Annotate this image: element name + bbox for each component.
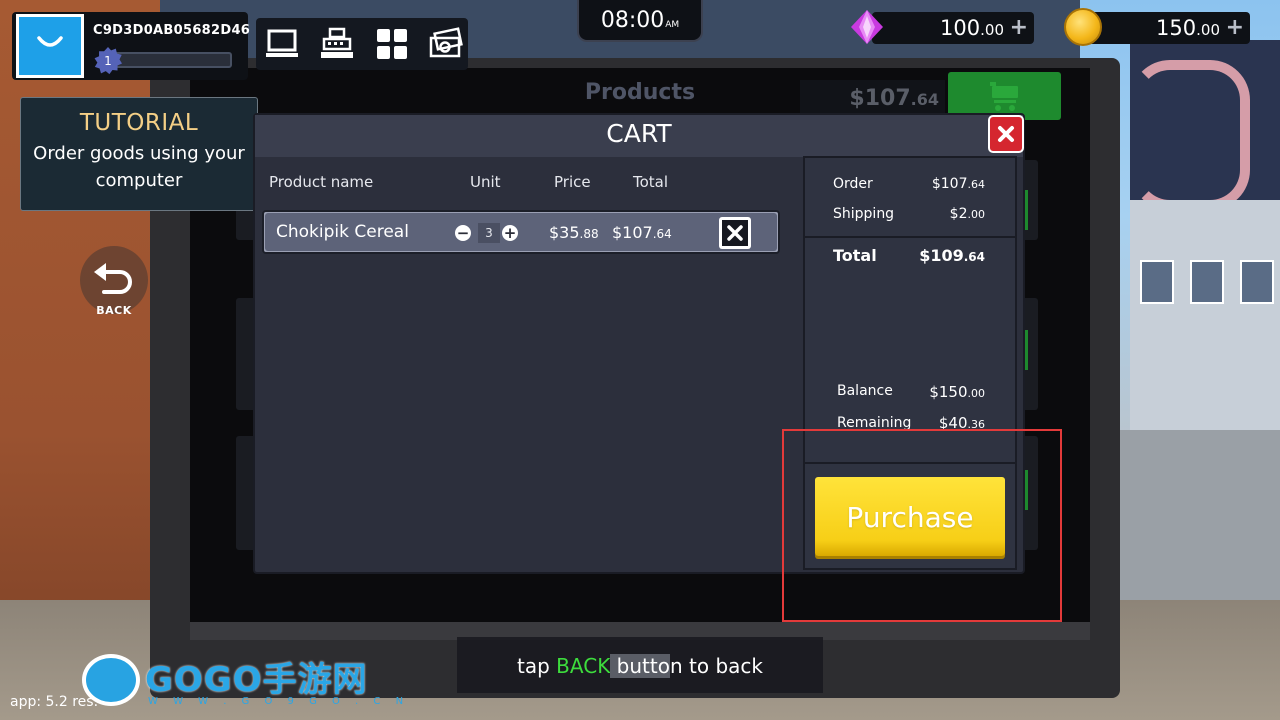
cash-register-icon: [321, 27, 353, 58]
player-avatar[interactable]: [16, 14, 84, 78]
close-icon: [998, 126, 1014, 142]
gem-icon: [851, 10, 883, 44]
player-id: C9D3D0AB05682D46: [93, 23, 251, 38]
column-unit: Unit: [470, 173, 501, 191]
xp-bar: [106, 52, 232, 68]
tutorial-title: TUTORIAL: [79, 110, 199, 136]
building-window: [1140, 260, 1174, 304]
hint-bar: tap BACK button to back: [457, 637, 823, 693]
add-coins-button[interactable]: +: [1226, 12, 1244, 44]
cart-item-price: $35.88: [549, 223, 599, 242]
balance-label: Balance: [837, 383, 893, 399]
balance-value: $150.00: [929, 383, 985, 401]
game-clock: 08:00AM: [577, 0, 703, 42]
summary-divider: [805, 236, 1015, 238]
building: [1130, 200, 1280, 430]
building-window: [1190, 260, 1224, 304]
remove-item-box: [722, 220, 748, 246]
column-price: Price: [554, 173, 591, 191]
app-version: app: 5.2 res.: [10, 694, 99, 710]
quantity-value: 3: [478, 223, 500, 243]
grid-apps-icon: [377, 29, 407, 59]
cart-item-total: $107.64: [612, 223, 672, 242]
tutorial-panel: TUTORIAL Order goods using your computer: [20, 97, 258, 211]
remove-item-button[interactable]: [719, 217, 751, 249]
cart-title: CART: [606, 119, 672, 148]
total-value: $109.64: [919, 246, 985, 265]
shopping-bag-icon: [37, 36, 63, 47]
watermark-brand: GOGO手游网: [145, 660, 368, 700]
computer-button[interactable]: [262, 24, 302, 64]
cart-item-row: Chokipik Cereal − 3 + $35.88 $107.64: [262, 210, 780, 254]
order-value: $107.64: [931, 176, 985, 192]
cart-item-row-inner: Chokipik Cereal − 3 + $35.88 $107.64: [265, 213, 777, 251]
cash-register-button[interactable]: [317, 24, 357, 64]
tutorial-text: Order goods using your computer: [33, 143, 245, 191]
order-label: Order: [833, 176, 873, 192]
back-arrow-icon: [94, 263, 132, 294]
add-gems-button[interactable]: +: [1010, 12, 1028, 44]
products-title: Products: [584, 80, 696, 105]
shipping-label: Shipping: [833, 206, 895, 222]
apps-button[interactable]: [372, 24, 412, 64]
tutorial-highlight: [782, 429, 1062, 622]
coins-counter: 150.00 +: [1084, 12, 1250, 44]
computer-icon: [266, 29, 298, 57]
neon-sign: [1130, 60, 1250, 210]
close-icon: [727, 225, 743, 241]
gems-counter: 100.00 +: [872, 12, 1034, 44]
watermark-url: W W W . G O 9 G O . C N: [148, 696, 410, 707]
back-label: BACK: [96, 304, 132, 317]
building-window: [1240, 260, 1274, 304]
money-button[interactable]: [426, 24, 466, 64]
column-product-name: Product name: [269, 173, 374, 191]
cart-item-name: Chokipik Cereal: [276, 222, 409, 242]
close-cart-button[interactable]: [988, 115, 1024, 153]
shipping-value: $2.00: [949, 206, 985, 222]
total-label: Total: [833, 246, 877, 265]
money-icon: [429, 27, 463, 58]
increase-quantity-button[interactable]: +: [502, 225, 518, 241]
decrease-quantity-button[interactable]: −: [455, 225, 471, 241]
column-total: Total: [633, 173, 669, 191]
coin-icon: [1064, 8, 1102, 46]
back-button[interactable]: BACK: [80, 246, 148, 318]
